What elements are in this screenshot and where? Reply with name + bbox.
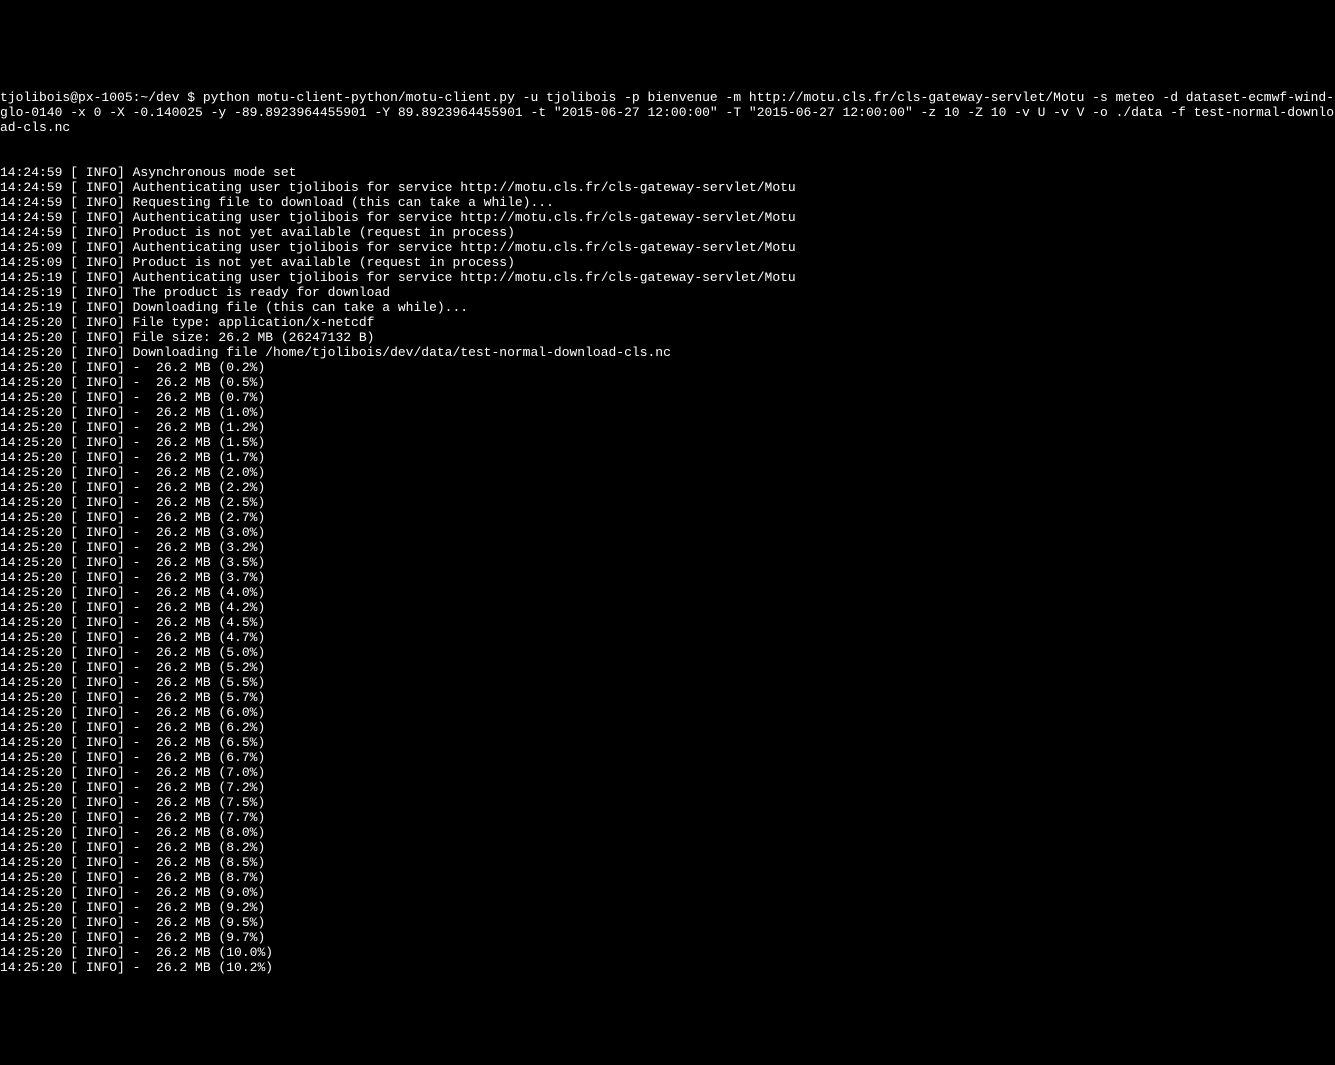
log-line: 14:25:20 [ INFO] - 26.2 MB (8.5%) (0, 855, 1335, 870)
log-line: 14:25:20 [ INFO] - 26.2 MB (0.5%) (0, 375, 1335, 390)
log-line: 14:25:20 [ INFO] - 26.2 MB (1.7%) (0, 450, 1335, 465)
log-line: 14:25:20 [ INFO] - 26.2 MB (0.7%) (0, 390, 1335, 405)
log-line: 14:25:20 [ INFO] File size: 26.2 MB (262… (0, 330, 1335, 345)
log-line: 14:25:20 [ INFO] - 26.2 MB (8.0%) (0, 825, 1335, 840)
log-line: 14:25:20 [ INFO] - 26.2 MB (2.2%) (0, 480, 1335, 495)
log-line: 14:25:20 [ INFO] - 26.2 MB (6.7%) (0, 750, 1335, 765)
terminal-window[interactable]: tjolibois@px-1005:~/dev $ python motu-cl… (0, 60, 1335, 990)
log-line: 14:25:20 [ INFO] - 26.2 MB (2.7%) (0, 510, 1335, 525)
log-line: 14:25:09 [ INFO] Authenticating user tjo… (0, 240, 1335, 255)
log-line: 14:25:20 [ INFO] - 26.2 MB (5.2%) (0, 660, 1335, 675)
log-line: 14:25:20 [ INFO] - 26.2 MB (9.5%) (0, 915, 1335, 930)
log-line: 14:25:20 [ INFO] - 26.2 MB (1.2%) (0, 420, 1335, 435)
log-line: 14:25:20 [ INFO] - 26.2 MB (2.5%) (0, 495, 1335, 510)
log-line: 14:25:19 [ INFO] The product is ready fo… (0, 285, 1335, 300)
log-line: 14:25:20 [ INFO] - 26.2 MB (10.2%) (0, 960, 1335, 975)
log-line: 14:24:59 [ INFO] Asynchronous mode set (0, 165, 1335, 180)
log-line: 14:25:20 [ INFO] File type: application/… (0, 315, 1335, 330)
log-line: 14:25:20 [ INFO] - 26.2 MB (0.2%) (0, 360, 1335, 375)
log-line: 14:25:20 [ INFO] - 26.2 MB (3.5%) (0, 555, 1335, 570)
log-line: 14:25:20 [ INFO] - 26.2 MB (10.0%) (0, 945, 1335, 960)
log-line: 14:25:20 [ INFO] - 26.2 MB (4.2%) (0, 600, 1335, 615)
log-line: 14:24:59 [ INFO] Product is not yet avai… (0, 225, 1335, 240)
log-line: 14:25:20 [ INFO] - 26.2 MB (3.7%) (0, 570, 1335, 585)
log-line: 14:25:20 [ INFO] - 26.2 MB (7.5%) (0, 795, 1335, 810)
log-line: 14:25:20 [ INFO] - 26.2 MB (9.0%) (0, 885, 1335, 900)
log-line: 14:25:20 [ INFO] - 26.2 MB (2.0%) (0, 465, 1335, 480)
log-line: 14:25:20 [ INFO] - 26.2 MB (5.0%) (0, 645, 1335, 660)
log-line: 14:25:20 [ INFO] - 26.2 MB (5.5%) (0, 675, 1335, 690)
log-line: 14:25:20 [ INFO] - 26.2 MB (8.7%) (0, 870, 1335, 885)
log-line: 14:25:20 [ INFO] - 26.2 MB (5.7%) (0, 690, 1335, 705)
log-line: 14:25:19 [ INFO] Downloading file (this … (0, 300, 1335, 315)
log-line: 14:25:20 [ INFO] - 26.2 MB (3.0%) (0, 525, 1335, 540)
log-line: 14:25:20 [ INFO] - 26.2 MB (4.7%) (0, 630, 1335, 645)
log-line: 14:25:20 [ INFO] - 26.2 MB (7.2%) (0, 780, 1335, 795)
log-line: 14:25:20 [ INFO] - 26.2 MB (4.5%) (0, 615, 1335, 630)
command-prompt-line: tjolibois@px-1005:~/dev $ python motu-cl… (0, 90, 1335, 135)
terminal-output: 14:24:59 [ INFO] Asynchronous mode set14… (0, 165, 1335, 975)
log-line: 14:25:20 [ INFO] - 26.2 MB (1.0%) (0, 405, 1335, 420)
log-line: 14:25:20 [ INFO] - 26.2 MB (9.2%) (0, 900, 1335, 915)
log-line: 14:25:20 [ INFO] - 26.2 MB (4.0%) (0, 585, 1335, 600)
log-line: 14:24:59 [ INFO] Requesting file to down… (0, 195, 1335, 210)
log-line: 14:25:20 [ INFO] Downloading file /home/… (0, 345, 1335, 360)
log-line: 14:25:20 [ INFO] - 26.2 MB (8.2%) (0, 840, 1335, 855)
log-line: 14:24:59 [ INFO] Authenticating user tjo… (0, 210, 1335, 225)
log-line: 14:25:20 [ INFO] - 26.2 MB (1.5%) (0, 435, 1335, 450)
log-line: 14:25:20 [ INFO] - 26.2 MB (6.5%) (0, 735, 1335, 750)
log-line: 14:25:09 [ INFO] Product is not yet avai… (0, 255, 1335, 270)
log-line: 14:25:20 [ INFO] - 26.2 MB (6.2%) (0, 720, 1335, 735)
log-line: 14:24:59 [ INFO] Authenticating user tjo… (0, 180, 1335, 195)
log-line: 14:25:20 [ INFO] - 26.2 MB (6.0%) (0, 705, 1335, 720)
log-line: 14:25:20 [ INFO] - 26.2 MB (7.0%) (0, 765, 1335, 780)
log-line: 14:25:20 [ INFO] - 26.2 MB (7.7%) (0, 810, 1335, 825)
log-line: 14:25:19 [ INFO] Authenticating user tjo… (0, 270, 1335, 285)
log-line: 14:25:20 [ INFO] - 26.2 MB (9.7%) (0, 930, 1335, 945)
log-line: 14:25:20 [ INFO] - 26.2 MB (3.2%) (0, 540, 1335, 555)
